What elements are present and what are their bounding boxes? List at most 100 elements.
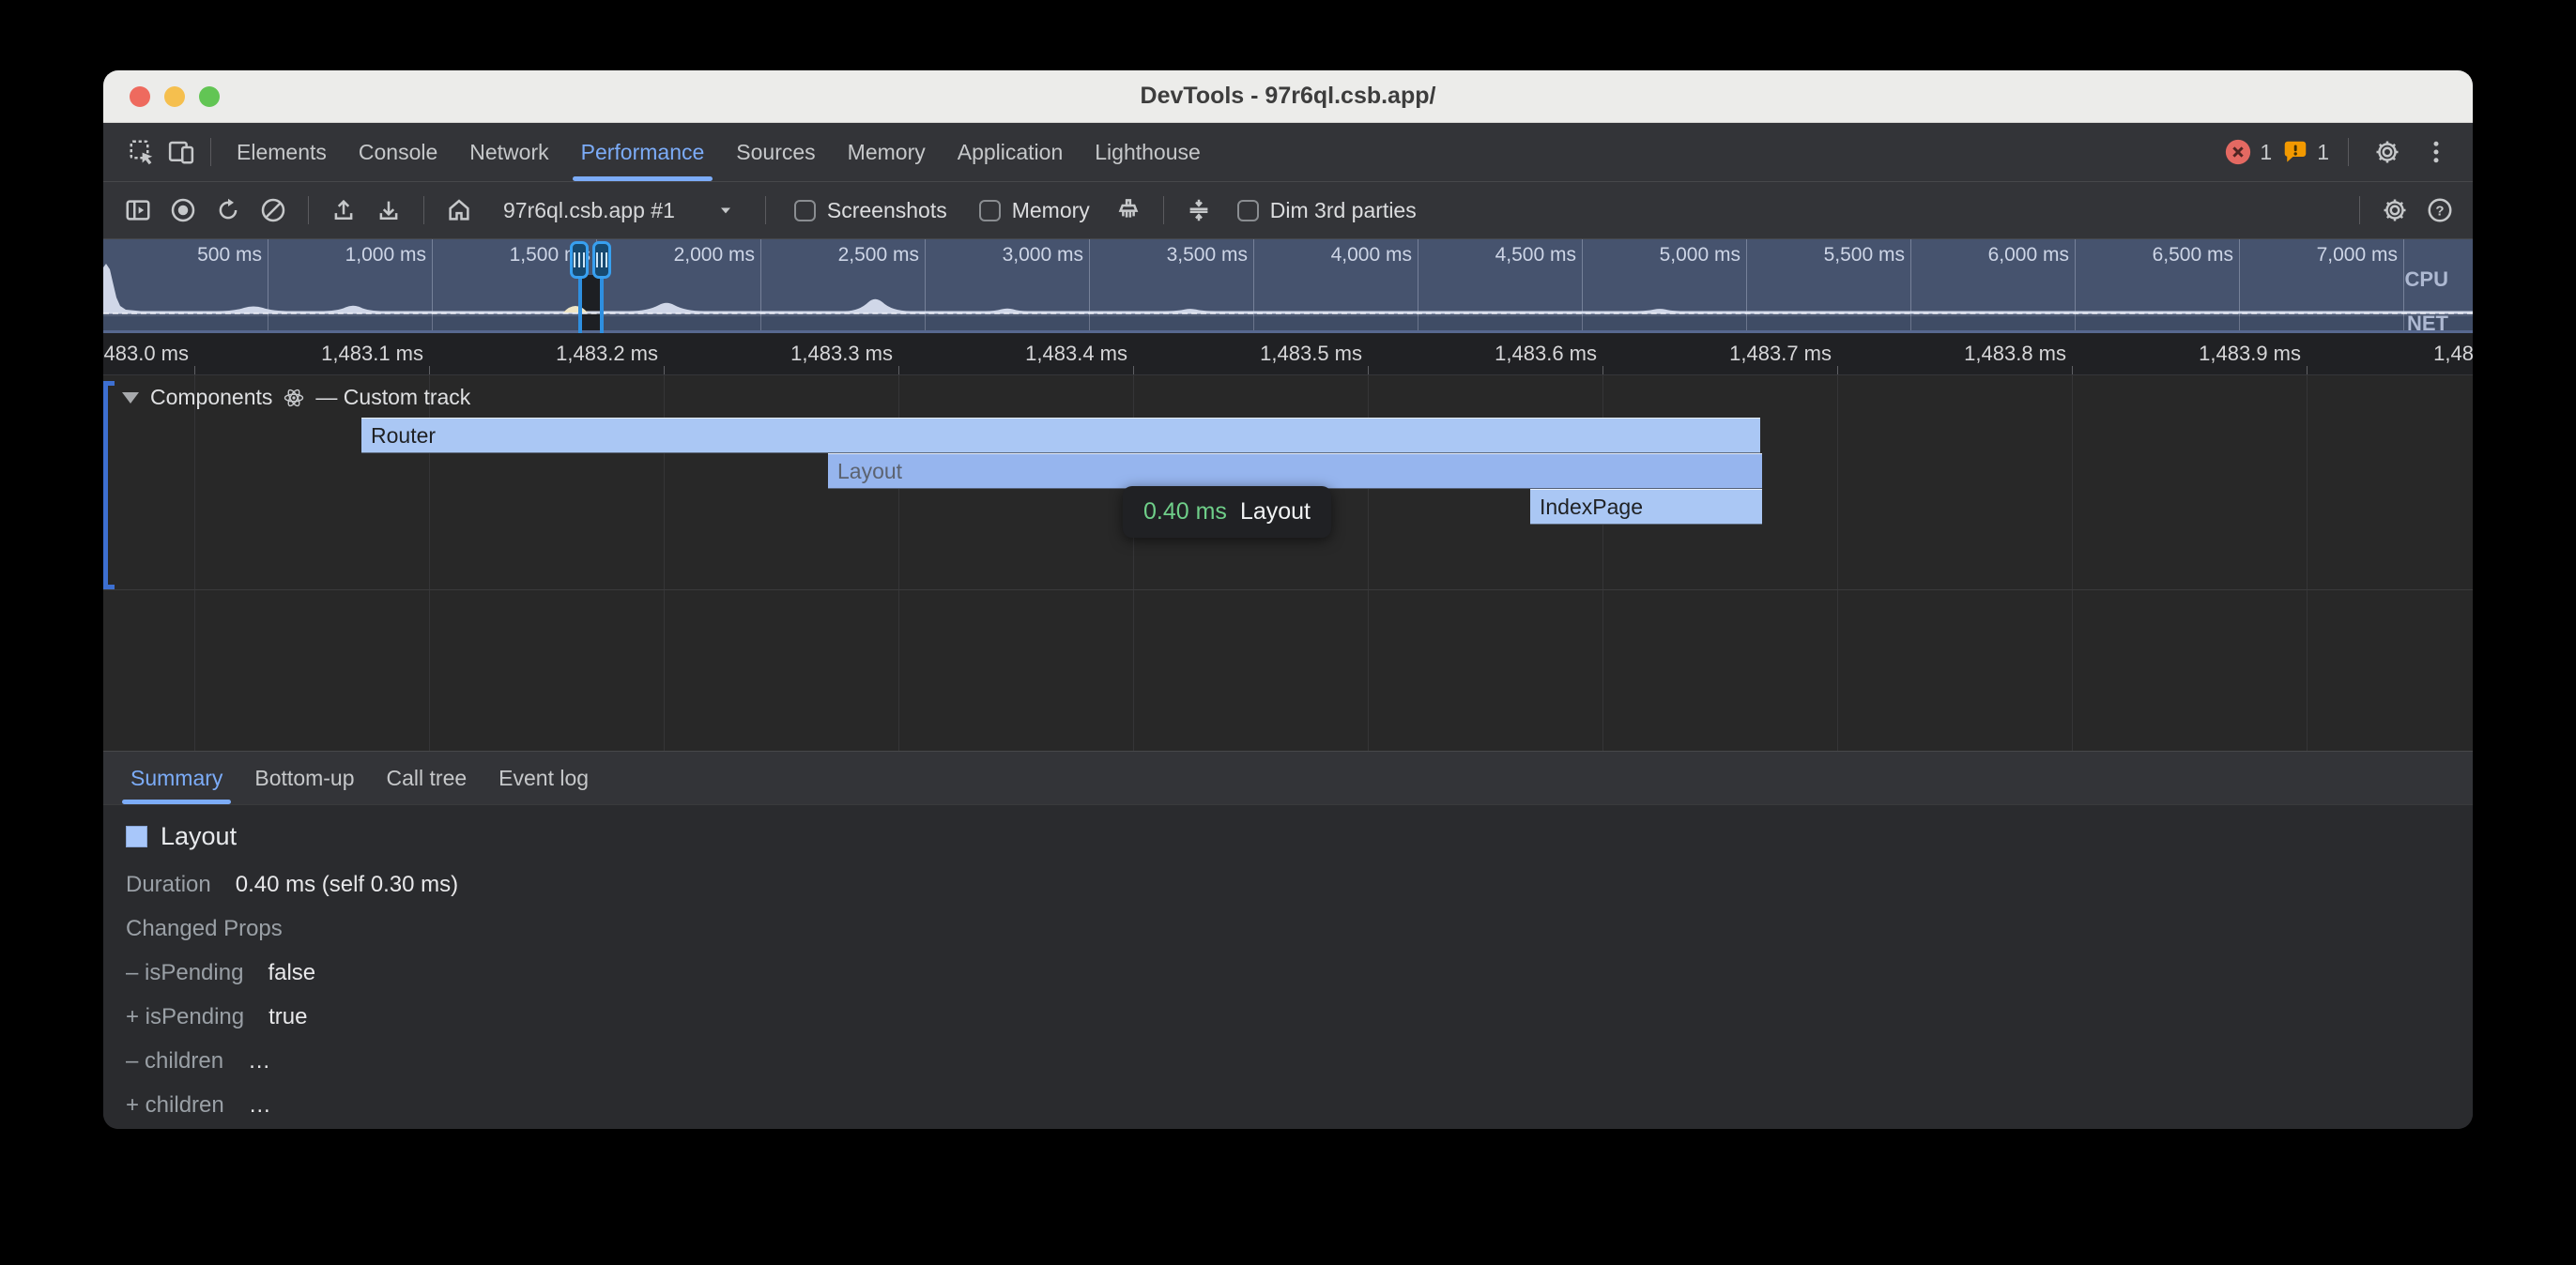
screenshots-checkbox[interactable] (794, 200, 816, 221)
gear-icon (2381, 196, 2409, 224)
summary-value: … (249, 1092, 271, 1119)
summary-row-children: – children… (126, 1048, 2473, 1074)
ruler-tick-label: 1,483.0 ms (103, 342, 189, 366)
collect-garbage-button[interactable] (1109, 191, 1148, 230)
track-suffix: — Custom track (315, 385, 470, 410)
track-header[interactable]: Components — Custom track (122, 385, 470, 410)
separator (423, 196, 424, 224)
trace-selector[interactable]: 97r6ql.csb.app #1 (498, 198, 741, 223)
flame-chart[interactable]: Components — Custom track RouterLayoutIn… (103, 375, 2473, 751)
screenshots-toggle[interactable]: Screenshots (794, 198, 947, 223)
summary-row-ispending: – isPendingfalse (126, 960, 2473, 986)
summary-row-children: + children… (126, 1092, 2473, 1119)
flame-gridline (194, 375, 195, 751)
panel-tabs: ElementsConsoleNetworkPerformanceSources… (221, 123, 1217, 181)
track-name: Components (150, 385, 272, 410)
live-metrics-button[interactable] (439, 191, 479, 230)
gear-icon (2373, 138, 2401, 166)
details-tabbar: SummaryBottom-upCall treeEvent log (103, 751, 2473, 805)
selected-track-indicator (103, 381, 115, 589)
save-profile-button[interactable] (369, 191, 408, 230)
trace-selector-value: 97r6ql.csb.app #1 (503, 198, 675, 223)
ruler-tick-mark (429, 366, 430, 374)
tab-console[interactable]: Console (343, 123, 453, 181)
selection-right-edge[interactable] (600, 271, 604, 333)
tab-summary[interactable]: Summary (115, 752, 238, 804)
ruler-tick-mark (898, 366, 899, 374)
tab-sources[interactable]: Sources (720, 123, 831, 181)
clear-button[interactable] (253, 191, 293, 230)
toggle-sidebar-button[interactable] (118, 191, 158, 230)
ruler-tick-mark (1837, 366, 1838, 374)
tab-event-log[interactable]: Event log (483, 752, 605, 804)
dim-3rd-parties-checkbox[interactable] (1237, 200, 1259, 221)
summary-key: + isPending (126, 1004, 244, 1030)
flame-gridline (1837, 375, 1838, 751)
minimize-window-button[interactable] (164, 86, 185, 107)
memory-label: Memory (1012, 198, 1090, 223)
collapse-track-caret-icon[interactable] (122, 392, 139, 404)
tab-bottom-up[interactable]: Bottom-up (238, 752, 370, 804)
event-bar-indexpage[interactable]: IndexPage (1530, 489, 1762, 525)
tab-elements[interactable]: Elements (221, 123, 343, 181)
inspect-element-button[interactable] (122, 132, 161, 172)
help-button[interactable]: ? (2420, 191, 2460, 230)
summary-row-ispending: + isPendingtrue (126, 1004, 2473, 1030)
selection-left-edge[interactable] (578, 271, 582, 333)
error-badge[interactable]: 1 (2224, 138, 2272, 166)
summary-value: … (248, 1048, 270, 1074)
ruler-tick-mark (664, 366, 665, 374)
collapse-tracks-button[interactable] (1179, 191, 1219, 230)
event-bar-layout[interactable]: Layout (828, 453, 1762, 489)
right-drag-handle[interactable] (592, 241, 611, 279)
memory-checkbox[interactable] (979, 200, 1001, 221)
tab-application[interactable]: Application (942, 123, 1080, 181)
tab-call-tree[interactable]: Call tree (371, 752, 483, 804)
garbage-brush-icon (1114, 196, 1142, 224)
summary-title-row: Layout (126, 822, 2473, 851)
summary-row-changed-props: Changed Props (126, 916, 2473, 942)
issues-badge[interactable]: 1 (2281, 138, 2329, 166)
ruler-tick-label: 1,483.2 ms (420, 342, 658, 366)
event-tooltip: 0.40 ms Layout (1123, 486, 1331, 538)
reload-icon (214, 196, 242, 224)
error-icon (2224, 138, 2252, 166)
help-icon: ? (2426, 196, 2454, 224)
window-title: DevTools - 97r6ql.csb.app/ (103, 83, 2473, 110)
separator (1163, 196, 1164, 224)
tab-network[interactable]: Network (453, 123, 564, 181)
capture-settings-button[interactable] (2375, 191, 2415, 230)
zoom-window-button[interactable] (199, 86, 220, 107)
memory-toggle[interactable]: Memory (979, 198, 1090, 223)
record-and-reload-button[interactable] (208, 191, 248, 230)
left-drag-handle[interactable] (570, 241, 589, 279)
error-count: 1 (2260, 140, 2272, 165)
more-options-button[interactable] (2416, 132, 2456, 172)
summary-key: Duration (126, 872, 211, 898)
tab-lighthouse[interactable]: Lighthouse (1079, 123, 1217, 181)
separator (765, 196, 766, 224)
detail-time-ruler: 1,483.0 ms1,483.1 ms1,483.2 ms1,483.3 ms… (103, 333, 2473, 375)
tab-memory[interactable]: Memory (832, 123, 942, 181)
ruler-tick-label: 1,483.3 ms (654, 342, 893, 366)
ruler-tick-mark (2072, 366, 2073, 374)
home-icon (445, 196, 473, 224)
load-profile-button[interactable] (324, 191, 363, 230)
tooltip-duration: 0.40 ms (1143, 498, 1227, 526)
device-toolbar-icon (167, 138, 195, 166)
track-divider (103, 589, 2473, 590)
screenshots-label: Screenshots (827, 198, 947, 223)
close-window-button[interactable] (130, 86, 150, 107)
ruler-tick-label: 1,483.6 ms (1358, 342, 1597, 366)
tab-performance[interactable]: Performance (565, 123, 721, 181)
dim-3rd-parties-toggle[interactable]: Dim 3rd parties (1237, 198, 1417, 223)
device-toolbar-button[interactable] (161, 132, 201, 172)
event-bar-router[interactable]: Router (361, 418, 1760, 453)
react-atom-icon (284, 388, 304, 408)
settings-button[interactable] (2368, 132, 2407, 172)
tooltip-label: Layout (1240, 498, 1311, 526)
summary-title: Layout (161, 822, 237, 851)
issues-count: 1 (2317, 140, 2329, 165)
timeline-overview[interactable]: 500 ms1,000 ms1,500 ms2,000 ms2,500 ms3,… (103, 239, 2473, 333)
record-button[interactable] (163, 191, 203, 230)
